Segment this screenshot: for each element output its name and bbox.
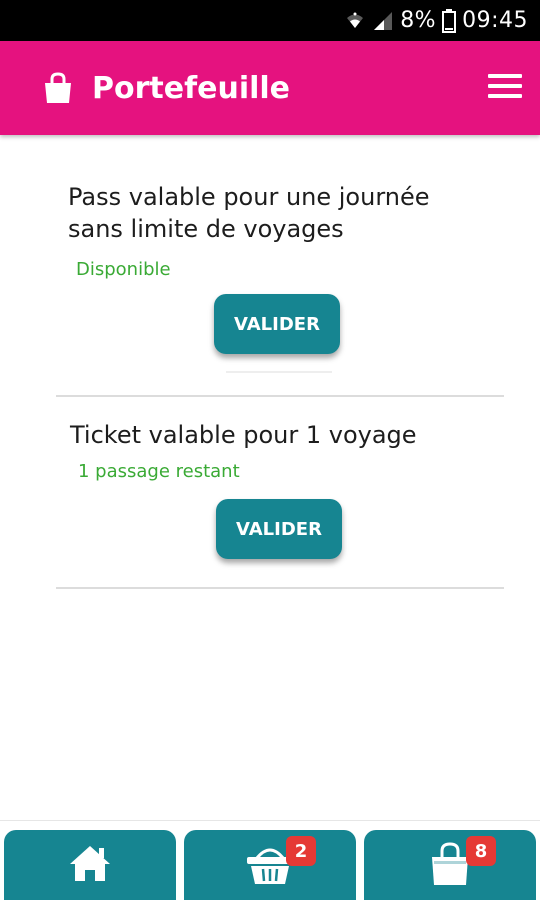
app-header: Portefeuille: [0, 41, 540, 135]
bottom-nav: 2 8: [0, 820, 540, 900]
divider: [56, 587, 504, 589]
battery-icon: [442, 8, 457, 33]
ticket-title-line: Ticket valable pour 1 voyage: [70, 421, 417, 449]
basket-button[interactable]: 2: [184, 830, 356, 900]
signal-icon: [372, 10, 394, 32]
wifi-icon: [344, 10, 366, 32]
status-bar: 8% 09:45: [0, 0, 540, 41]
divider: [56, 395, 504, 397]
ticket-title-line: sans limite de voyages: [68, 215, 344, 243]
ticket-status: Disponible: [76, 259, 171, 280]
battery-percentage: 8%: [400, 8, 437, 33]
shopping-bag-icon: [40, 70, 76, 106]
divider: [226, 371, 332, 373]
validate-button[interactable]: VALIDER: [214, 294, 340, 354]
home-button[interactable]: [4, 830, 176, 900]
ticket-card: Ticket valable pour 1 voyage 1 passage r…: [56, 419, 504, 485]
hamburger-menu-icon: [488, 73, 522, 104]
cart-count-badge: 2: [286, 836, 316, 866]
clock: 09:45: [462, 8, 528, 33]
validate-button[interactable]: VALIDER: [216, 499, 342, 559]
menu-button[interactable]: [482, 65, 528, 111]
wallet-button[interactable]: 8: [364, 830, 536, 900]
ticket-card: Pass valable pour une journée sans limit…: [56, 181, 504, 283]
home-icon: [68, 843, 112, 888]
page-title: Portefeuille: [92, 70, 291, 106]
wallet-count-badge: 8: [466, 836, 496, 866]
ticket-status: 1 passage restant: [78, 461, 240, 482]
ticket-title-line: Pass valable pour une journée: [68, 183, 430, 211]
